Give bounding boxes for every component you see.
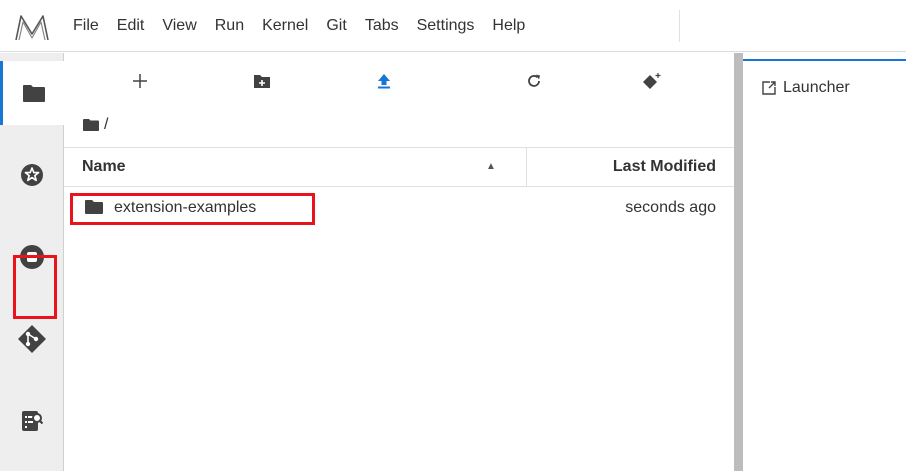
upload-button[interactable] (366, 67, 402, 95)
file-row[interactable]: extension-examples seconds ago (64, 189, 734, 229)
new-launcher-icon (133, 74, 147, 88)
file-browser-panel: / Name ▲ Last Modified extension-example… (64, 53, 734, 471)
new-folder-button[interactable] (244, 67, 280, 95)
home-folder-icon[interactable] (82, 118, 100, 132)
breadcrumb: / (82, 115, 108, 135)
menu-view[interactable]: View (153, 0, 205, 52)
sort-ascending-icon: ▲ (486, 161, 496, 172)
new-launcher-button[interactable] (122, 67, 158, 95)
menu-settings[interactable]: Settings (408, 0, 484, 52)
panel-splitter[interactable] (734, 53, 743, 471)
upload-icon (378, 74, 390, 89)
menu-edit[interactable]: Edit (108, 0, 154, 52)
refresh-icon (528, 74, 540, 87)
main-menu: File Edit View Run Kernel Git Tabs Setti… (64, 0, 534, 52)
activity-file-browser[interactable] (0, 61, 64, 125)
inspector-icon (22, 411, 43, 431)
file-last-modified: seconds ago (625, 199, 716, 216)
tab-launcher[interactable]: Launcher (743, 59, 906, 115)
new-folder-icon (254, 75, 270, 88)
menu-file[interactable]: File (64, 0, 108, 52)
file-browser-toolbar (64, 53, 734, 107)
file-list-header: Name ▲ Last Modified (64, 147, 734, 187)
menu-git[interactable]: Git (317, 0, 355, 52)
menu-kernel[interactable]: Kernel (253, 0, 317, 52)
tab-bar: Launcher (743, 53, 906, 115)
menu-help[interactable]: Help (483, 0, 534, 52)
jupyter-logo-icon (14, 12, 50, 42)
column-header-name[interactable]: Name (82, 148, 126, 186)
activity-property-inspector[interactable] (0, 389, 64, 453)
git-icon (18, 325, 46, 353)
git-clone-icon (643, 73, 661, 89)
file-name: extension-examples (114, 199, 257, 216)
folder-icon (22, 85, 45, 102)
column-header-last-modified[interactable]: Last Modified (613, 148, 716, 186)
breadcrumb-root[interactable]: / (104, 116, 108, 134)
running-icon (21, 164, 43, 186)
git-clone-button[interactable] (634, 67, 670, 95)
main-dock-area: Launcher (743, 53, 906, 471)
folder-icon (85, 200, 103, 214)
tab-launcher-label: Launcher (783, 79, 850, 96)
git-highlight-box (13, 255, 57, 319)
menu-bar: File Edit View Run Kernel Git Tabs Setti… (0, 0, 906, 52)
activity-running[interactable] (0, 143, 64, 207)
menu-tabs[interactable]: Tabs (356, 0, 408, 52)
menu-divider (679, 10, 680, 42)
refresh-button[interactable] (516, 67, 552, 95)
column-divider[interactable] (526, 148, 527, 186)
menu-run[interactable]: Run (206, 0, 253, 52)
launcher-icon (762, 81, 776, 95)
